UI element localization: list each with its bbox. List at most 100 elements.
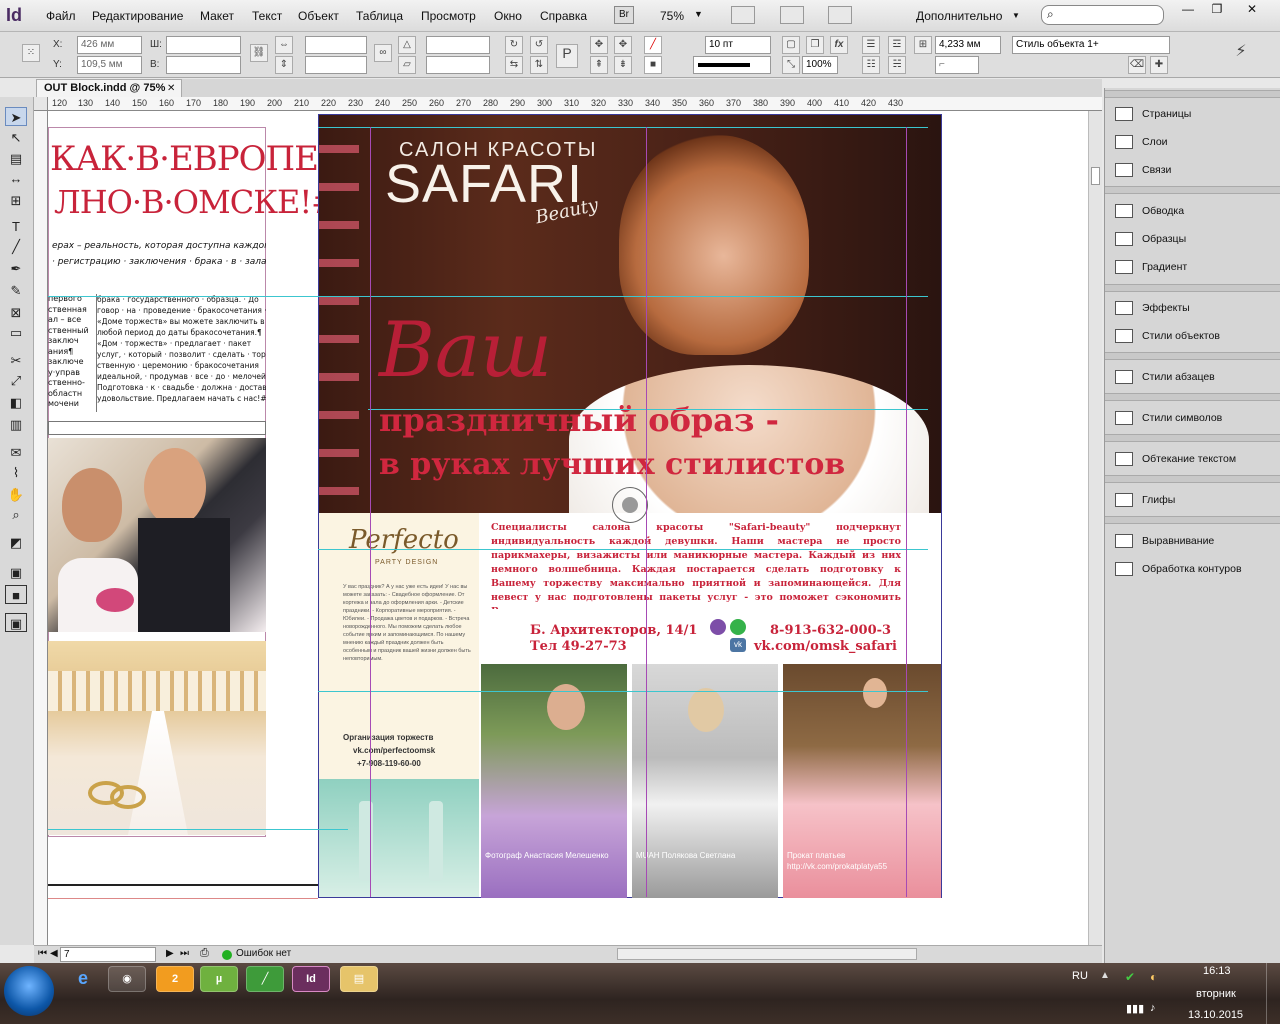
reference-point-icon[interactable]: ⁙ [22,44,40,62]
lightning-icon[interactable]: ⚡ [1232,44,1250,62]
panel-swatches[interactable]: Образцы [1115,229,1186,249]
clear-overrides-icon[interactable]: ⌫ [1128,56,1146,74]
height-field[interactable] [166,56,241,74]
shear-field[interactable] [426,56,490,74]
y-field[interactable]: 109,5 мм [77,56,142,74]
clock-date[interactable]: 13.10.2015 [1188,1009,1243,1021]
shear-icon[interactable]: ▱ [398,56,416,74]
object-style-select[interactable]: Стиль объекта 1+ [1012,36,1170,54]
rotate-icon[interactable]: △ [398,36,416,54]
opacity-field[interactable]: 100% [802,56,838,74]
panel-object-styles[interactable]: Стили объектов [1115,326,1220,346]
select-next-icon[interactable]: ⇟ [614,56,632,74]
stroke-swatch-icon[interactable]: ■ [644,56,662,74]
photo-pink-dress[interactable]: Прокат платьев http://vk.com/prokatplaty… [783,664,941,898]
next-page-icon[interactable]: ▶ [166,948,174,959]
panel-paragraph-styles[interactable]: Стили абзацев [1115,367,1215,387]
menu-file[interactable]: Файл [46,9,76,23]
rectangle-frame-tool-icon[interactable]: ⊠ [5,303,27,322]
arrange-documents-icon[interactable] [828,6,852,24]
apply-color-icon[interactable]: ■ [5,585,27,604]
empty-text-frame[interactable] [48,421,266,435]
gap-tool-icon[interactable]: ↔ [5,169,27,188]
intro-line-1[interactable]: ерах – реальность, которая доступна кажд… [52,241,266,251]
volume-icon[interactable]: ♪ [1150,1002,1156,1014]
page-number-field[interactable]: 7 [60,947,156,962]
app-badge-icon[interactable]: 2 [156,966,194,992]
link-scale-icon[interactable]: ∞ [374,44,392,62]
document-canvas[interactable]: КАК·В·ЕВРОПЕ¶ ЛНО·В·ОМСКЕ!# ерах – реаль… [48,111,1088,945]
panel-layers[interactable]: Слои [1115,132,1168,152]
wedding-couple-photo[interactable] [48,438,266,632]
fill-stroke-icon[interactable]: ◩ [5,533,27,552]
stroke-style-icon[interactable]: ▢ [782,36,800,54]
text-column-2[interactable]: брака · государственного · образца. · До… [96,294,266,412]
open-page-icon[interactable]: ⎙ [200,947,209,960]
document-tab[interactable]: OUT Block.indd @ 75% ✕ [36,79,182,97]
rotate-ccw-icon[interactable]: ↺ [530,36,548,54]
scale-x-icon[interactable]: ⇔ [275,36,293,54]
rotate-field[interactable] [426,36,490,54]
menu-layout[interactable]: Макет [200,9,234,23]
menu-table[interactable]: Таблица [356,9,403,23]
panel-pathfinder[interactable]: Обработка контуров [1115,559,1242,579]
direct-selection-tool-icon[interactable]: ↖ [5,128,27,147]
type-tool-icon[interactable]: T [5,217,27,236]
explorer-icon[interactable]: ▤ [340,966,378,992]
menu-help[interactable]: Справка [540,9,587,23]
headline-europe[interactable]: КАК·В·ЕВРОПЕ¶ [50,139,340,179]
scissors-tool-icon[interactable]: ✂ [5,351,27,370]
stroke-type-field[interactable] [693,56,771,74]
menu-text[interactable]: Текст [252,9,282,23]
constrain-proportions-icon[interactable]: ⛓ [250,44,268,62]
stroke-weight-field[interactable]: 10 пт [705,36,771,54]
flip-v-icon[interactable]: ⇅ [530,56,548,74]
fill-swatch-icon[interactable]: ╱ [644,36,662,54]
new-style-icon[interactable]: ✚ [1150,56,1168,74]
panel-align[interactable]: Выравнивание [1115,531,1214,551]
corner-size-field[interactable]: 4,233 мм [935,36,1001,54]
scale-y-field[interactable] [305,56,367,74]
rotate-cw-icon[interactable]: ↻ [505,36,523,54]
chrome-icon[interactable]: ◉ [108,966,146,992]
pencil-tool-icon[interactable]: ✎ [5,281,27,300]
note-tool-icon[interactable]: ✉ [5,443,27,462]
clock-time[interactable]: 16:13 [1203,965,1231,977]
x-field[interactable]: 426 мм [77,36,142,54]
indesign-taskbar-icon[interactable]: Id [292,966,330,992]
line-tool-icon[interactable]: ╱ [5,237,27,256]
wedding-hall-photo[interactable] [48,641,266,835]
panel-character-styles[interactable]: Стили символов [1115,408,1222,428]
rectangle-tool-icon[interactable]: ▭ [5,323,27,342]
panel-gradient[interactable]: Градиент [1115,257,1187,277]
selection-tool-icon[interactable]: ➤ [5,107,27,126]
text-wrap-jump-icon[interactable]: ☵ [888,56,906,74]
tray-expand-icon[interactable]: ▲ [1100,970,1110,981]
photo-purple-dress[interactable]: Фотограф Анастасия Мелешенко [481,664,627,898]
text-column-1[interactable]: первого ственная ал – все ственный заклю… [48,294,96,412]
content-grabber-icon[interactable] [612,487,648,523]
menu-edit[interactable]: Редактирование [92,9,183,23]
menu-window[interactable]: Окно [494,9,522,23]
salon-banner[interactable]: САЛОН КРАСОТЫ SAFARI Beauty Ваш празднич… [319,115,941,513]
formatting-affects-icon[interactable]: ▣ [5,563,27,582]
screen-mode-normal-icon[interactable]: ▣ [5,613,27,632]
workspace-switcher[interactable]: Дополнительно [916,9,1002,23]
menu-object[interactable]: Объект [298,9,339,23]
frame-fit-icon[interactable]: ⊞ [914,36,932,54]
clock-day[interactable]: вторник [1196,988,1236,1000]
width-field[interactable] [166,36,241,54]
scroll-thumb[interactable] [1091,167,1100,185]
page-tool-icon[interactable]: ▤ [5,149,27,168]
effects-fx-icon[interactable]: fx [830,36,848,54]
flip-h-icon[interactable]: ⇆ [505,56,523,74]
screen-mode-icon[interactable] [780,6,804,24]
close-tab-icon[interactable]: ✕ [167,80,175,97]
text-wrap-shape-icon[interactable]: ☷ [862,56,880,74]
panel-glyphs[interactable]: Глифы [1115,490,1175,510]
gradient-swatch-tool-icon[interactable]: ◧ [5,393,27,412]
drop-shadow-icon[interactable]: ❐ [806,36,824,54]
ie-icon[interactable]: e [64,966,102,992]
language-indicator[interactable]: RU [1072,970,1088,982]
select-previous-icon[interactable]: ⇞ [590,56,608,74]
